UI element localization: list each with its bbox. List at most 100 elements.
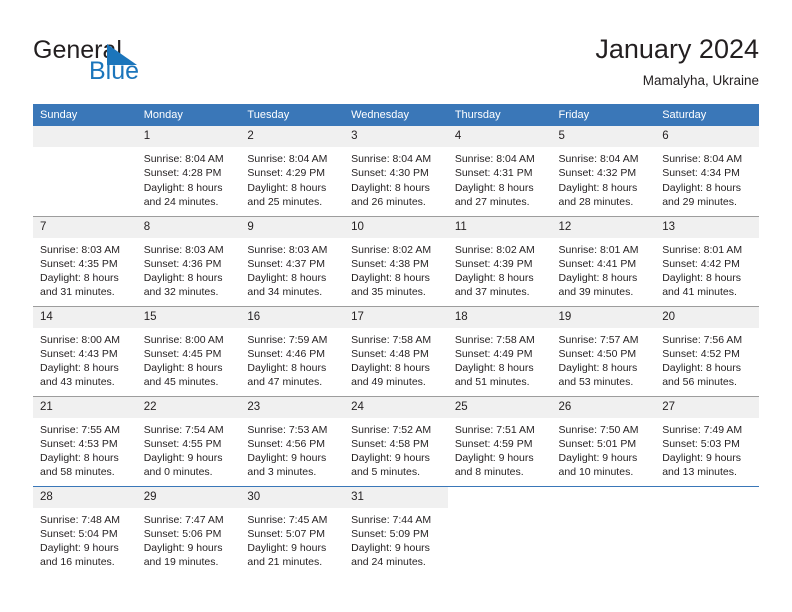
- page-subtitle: Mamalyha, Ukraine: [642, 73, 759, 88]
- day-cell-31[interactable]: 31 Sunrise: 7:44 AM Sunset: 5:09 PM Dayl…: [344, 485, 448, 576]
- day-cell-17[interactable]: 17 Sunrise: 7:58 AM Sunset: 4:48 PM Dayl…: [344, 305, 448, 396]
- day-cell-12[interactable]: 12 Sunrise: 8:01 AM Sunset: 4:41 PM Dayl…: [551, 215, 656, 306]
- day-cell-18[interactable]: 18 Sunrise: 7:58 AM Sunset: 4:49 PM Dayl…: [447, 305, 552, 396]
- day-detail: Sunrise: 7:44 AM Sunset: 5:09 PM Dayligh…: [351, 513, 432, 569]
- weekday-header-tuesday: Tuesday: [240, 104, 345, 126]
- day-detail: Sunrise: 7:48 AM Sunset: 5:04 PM Dayligh…: [40, 513, 120, 569]
- day-cell-24[interactable]: 24 Sunrise: 7:52 AM Sunset: 4:58 PM Dayl…: [344, 395, 448, 486]
- day-number: 31: [344, 486, 448, 508]
- day-number: 14: [33, 306, 137, 328]
- day-cell-4[interactable]: 4 Sunrise: 8:04 AM Sunset: 4:31 PM Dayli…: [447, 126, 552, 216]
- day-cell-empty: [655, 485, 759, 576]
- weekday-header-thursday: Thursday: [447, 104, 552, 126]
- day-cell-2[interactable]: 2 Sunrise: 8:04 AM Sunset: 4:29 PM Dayli…: [240, 126, 345, 216]
- calendar-week-row: 1 Sunrise: 8:04 AM Sunset: 4:28 PM Dayli…: [33, 126, 759, 216]
- day-cell-29[interactable]: 29 Sunrise: 7:47 AM Sunset: 5:06 PM Dayl…: [136, 485, 241, 576]
- day-cell-9[interactable]: 9 Sunrise: 8:03 AM Sunset: 4:37 PM Dayli…: [240, 215, 345, 306]
- day-number: 10: [344, 216, 448, 238]
- day-number: 19: [551, 306, 656, 328]
- day-detail: Sunrise: 8:04 AM Sunset: 4:34 PM Dayligh…: [662, 153, 743, 208]
- day-cell-empty: [551, 485, 656, 576]
- day-number: 11: [447, 216, 552, 238]
- day-cell-11[interactable]: 11 Sunrise: 8:02 AM Sunset: 4:39 PM Dayl…: [447, 215, 552, 306]
- day-number: 23: [240, 396, 345, 418]
- calendar-table: Sunday Monday Tuesday Wednesday Thursday…: [33, 104, 759, 576]
- calendar-week-row: 14 Sunrise: 8:00 AM Sunset: 4:43 PM Dayl…: [33, 305, 759, 396]
- day-number: 17: [344, 306, 448, 328]
- calendar-week-row: 7 Sunrise: 8:03 AM Sunset: 4:35 PM Dayli…: [33, 215, 759, 306]
- day-number: 20: [655, 306, 759, 328]
- general-blue-logo[interactable]: General Blue: [33, 36, 213, 86]
- day-cell-15[interactable]: 15 Sunrise: 8:00 AM Sunset: 4:45 PM Dayl…: [136, 305, 241, 396]
- day-cell-1[interactable]: 1 Sunrise: 8:04 AM Sunset: 4:28 PM Dayli…: [136, 126, 241, 216]
- day-number: 18: [447, 306, 552, 328]
- day-cell-23[interactable]: 23 Sunrise: 7:53 AM Sunset: 4:56 PM Dayl…: [240, 395, 345, 486]
- day-number: 9: [240, 216, 345, 238]
- day-number: 24: [344, 396, 448, 418]
- day-detail: Sunrise: 8:04 AM Sunset: 4:31 PM Dayligh…: [454, 153, 535, 208]
- day-detail: Sunrise: 8:03 AM Sunset: 4:37 PM Dayligh…: [247, 243, 328, 299]
- day-number: 25: [447, 396, 552, 418]
- weekday-header-monday: Monday: [136, 104, 241, 126]
- day-cell-8[interactable]: 8 Sunrise: 8:03 AM Sunset: 4:36 PM Dayli…: [136, 215, 241, 306]
- day-cell-3[interactable]: 3 Sunrise: 8:04 AM Sunset: 4:30 PM Dayli…: [344, 126, 448, 216]
- day-cell-7[interactable]: 7 Sunrise: 8:03 AM Sunset: 4:35 PM Dayli…: [33, 215, 137, 306]
- day-number: 26: [551, 396, 656, 418]
- day-detail: Sunrise: 7:58 AM Sunset: 4:48 PM Dayligh…: [351, 333, 432, 389]
- day-detail: Sunrise: 7:51 AM Sunset: 4:59 PM Dayligh…: [454, 423, 535, 479]
- day-number: 8: [136, 216, 241, 238]
- calendar-header-row: Sunday Monday Tuesday Wednesday Thursday…: [33, 104, 759, 126]
- day-number: 7: [33, 216, 137, 238]
- day-number: 1: [136, 126, 241, 147]
- day-cell-14[interactable]: 14 Sunrise: 8:00 AM Sunset: 4:43 PM Dayl…: [33, 305, 137, 396]
- day-detail: Sunrise: 8:04 AM Sunset: 4:29 PM Dayligh…: [247, 153, 328, 208]
- day-cell-27[interactable]: 27 Sunrise: 7:49 AM Sunset: 5:03 PM Dayl…: [655, 395, 759, 486]
- weekday-header-saturday: Saturday: [655, 104, 759, 126]
- day-cell-28[interactable]: 28 Sunrise: 7:48 AM Sunset: 5:04 PM Dayl…: [33, 485, 137, 576]
- day-detail: Sunrise: 8:02 AM Sunset: 4:38 PM Dayligh…: [351, 243, 432, 299]
- day-detail: Sunrise: 7:59 AM Sunset: 4:46 PM Dayligh…: [247, 333, 328, 389]
- day-detail: Sunrise: 8:00 AM Sunset: 4:45 PM Dayligh…: [143, 333, 224, 389]
- page-header: General Blue January 2024 Mamalyha, Ukra…: [0, 0, 792, 100]
- day-number: [448, 487, 552, 508]
- day-number: 28: [33, 486, 137, 508]
- day-detail: Sunrise: 8:03 AM Sunset: 4:35 PM Dayligh…: [40, 243, 120, 299]
- day-detail: Sunrise: 8:01 AM Sunset: 4:42 PM Dayligh…: [662, 243, 743, 299]
- calendar-week-row: 28 Sunrise: 7:48 AM Sunset: 5:04 PM Dayl…: [33, 485, 759, 576]
- day-detail: Sunrise: 7:49 AM Sunset: 5:03 PM Dayligh…: [662, 423, 743, 479]
- day-cell-16[interactable]: 16 Sunrise: 7:59 AM Sunset: 4:46 PM Dayl…: [240, 305, 345, 396]
- day-cell-20[interactable]: 20 Sunrise: 7:56 AM Sunset: 4:52 PM Dayl…: [655, 305, 759, 396]
- day-number: [552, 487, 656, 508]
- day-detail: Sunrise: 8:04 AM Sunset: 4:30 PM Dayligh…: [351, 153, 432, 208]
- day-detail: Sunrise: 7:55 AM Sunset: 4:53 PM Dayligh…: [40, 423, 120, 479]
- day-cell-30[interactable]: 30 Sunrise: 7:45 AM Sunset: 5:07 PM Dayl…: [240, 485, 345, 576]
- day-detail: Sunrise: 7:50 AM Sunset: 5:01 PM Dayligh…: [558, 423, 639, 479]
- day-number: 6: [655, 126, 759, 147]
- day-detail: Sunrise: 8:04 AM Sunset: 4:28 PM Dayligh…: [143, 153, 224, 208]
- day-detail: Sunrise: 8:00 AM Sunset: 4:43 PM Dayligh…: [40, 333, 120, 389]
- day-detail: Sunrise: 7:58 AM Sunset: 4:49 PM Dayligh…: [454, 333, 535, 389]
- day-number: 13: [655, 216, 759, 238]
- day-detail: Sunrise: 7:52 AM Sunset: 4:58 PM Dayligh…: [351, 423, 432, 479]
- logo-text-blue: Blue: [89, 57, 140, 85]
- day-cell-19[interactable]: 19 Sunrise: 7:57 AM Sunset: 4:50 PM Dayl…: [551, 305, 656, 396]
- title-block: January 2024 Mamalyha, Ukraine: [359, 32, 759, 91]
- day-cell-10[interactable]: 10 Sunrise: 8:02 AM Sunset: 4:38 PM Dayl…: [344, 215, 448, 306]
- day-cell-empty: [33, 126, 137, 216]
- day-cell-5[interactable]: 5 Sunrise: 8:04 AM Sunset: 4:32 PM Dayli…: [551, 126, 656, 216]
- day-cell-26[interactable]: 26 Sunrise: 7:50 AM Sunset: 5:01 PM Dayl…: [551, 395, 656, 486]
- weekday-header-wednesday: Wednesday: [344, 104, 448, 126]
- calendar-week-row: 21 Sunrise: 7:55 AM Sunset: 4:53 PM Dayl…: [33, 395, 759, 486]
- day-cell-empty: [447, 485, 552, 576]
- day-number: 5: [551, 126, 656, 147]
- day-cell-21[interactable]: 21 Sunrise: 7:55 AM Sunset: 4:53 PM Dayl…: [33, 395, 137, 486]
- day-detail: Sunrise: 7:53 AM Sunset: 4:56 PM Dayligh…: [247, 423, 328, 479]
- day-cell-25[interactable]: 25 Sunrise: 7:51 AM Sunset: 4:59 PM Dayl…: [447, 395, 552, 486]
- day-cell-6[interactable]: 6 Sunrise: 8:04 AM Sunset: 4:34 PM Dayli…: [655, 126, 759, 216]
- day-number: 30: [240, 486, 345, 508]
- day-number: 3: [344, 126, 448, 147]
- day-cell-13[interactable]: 13 Sunrise: 8:01 AM Sunset: 4:42 PM Dayl…: [655, 215, 759, 306]
- day-detail: Sunrise: 7:56 AM Sunset: 4:52 PM Dayligh…: [662, 333, 743, 389]
- day-cell-22[interactable]: 22 Sunrise: 7:54 AM Sunset: 4:55 PM Dayl…: [136, 395, 241, 486]
- day-detail: Sunrise: 7:47 AM Sunset: 5:06 PM Dayligh…: [143, 513, 224, 569]
